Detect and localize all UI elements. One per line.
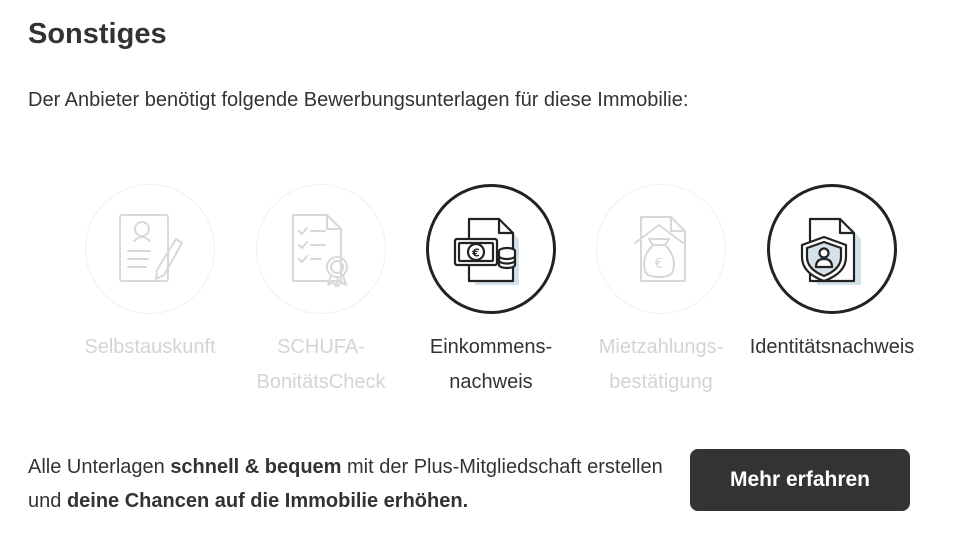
document-item-mietzahlungsbestaetigung: € Mietzahlungs- bestätigung (566, 184, 756, 400)
document-icon-circle: € (596, 184, 726, 314)
svg-text:€: € (471, 247, 480, 260)
learn-more-button[interactable]: Mehr erfahren (690, 449, 910, 511)
identity-proof-shield-icon (800, 217, 861, 285)
document-icon-circle (85, 184, 215, 314)
plus-membership-promo-text: Alle Unterlagen schnell & bequem mit der… (28, 456, 663, 512)
self-disclosure-form-icon (119, 214, 183, 282)
document-icon-circle (256, 184, 386, 314)
svg-text:€: € (655, 256, 664, 272)
document-item-selbstauskunft: Selbstauskunft (55, 184, 245, 365)
section-intro: Der Anbieter benötigt folgende Bewerbung… (28, 89, 689, 111)
document-icon-circle: € (426, 184, 556, 314)
document-label: Identitätsnachweis (749, 336, 915, 358)
document-label: Selbstauskunft (84, 336, 216, 358)
document-icon-circle (767, 184, 897, 314)
document-label: Einkommens- nachweis (429, 336, 553, 393)
document-item-schufa: SCHUFA- BonitätsCheck (226, 184, 416, 400)
section-title: Sonstiges (28, 18, 167, 50)
credit-check-certificate-icon (292, 214, 348, 287)
document-item-identitaetsnachweis: Identitätsnachweis (737, 184, 927, 365)
document-list: Selbstauskunft SCHUFA- BonitätsCheck € E… (0, 184, 960, 404)
document-label: SCHUFA- BonitätsCheck (256, 336, 386, 393)
income-proof-euro-coins-icon: € (453, 217, 519, 285)
document-item-einkommensnachweis: € Einkommens- nachweis (396, 184, 586, 400)
document-label: Mietzahlungs- bestätigung (598, 336, 724, 393)
rent-payment-moneybag-house-icon: € (634, 216, 686, 282)
